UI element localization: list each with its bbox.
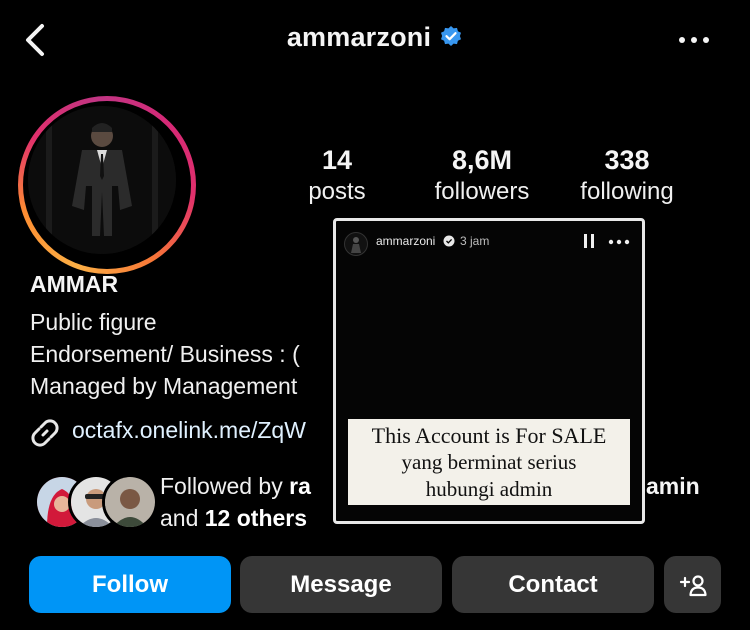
message-button[interactable]: Message xyxy=(240,556,442,613)
profile-avatar xyxy=(28,106,176,254)
more-options-icon[interactable] xyxy=(674,28,714,52)
pause-icon xyxy=(584,234,594,248)
followed-by-name-tail: amin xyxy=(646,473,700,499)
sale-line-2: yang berminat serius xyxy=(401,450,577,474)
profile-avatar-story-ring[interactable] xyxy=(18,96,196,274)
sale-line-1: This Account is For SALE xyxy=(371,423,607,448)
username-text: ammarzoni xyxy=(286,22,432,52)
story-avatar xyxy=(344,232,368,256)
following-label: following xyxy=(580,178,674,205)
verified-badge-icon xyxy=(441,26,462,46)
link-icon xyxy=(31,419,59,447)
follower-avatar-3 xyxy=(102,474,158,530)
sale-line-3: hubungi admin xyxy=(425,477,553,501)
stat-following[interactable]: 338 following xyxy=(568,144,686,208)
profile-display-name: AMMAR xyxy=(30,271,119,297)
stat-followers[interactable]: 8,6M followers xyxy=(424,144,540,208)
bio-line-endorsement: Endorsement/ Business : ( xyxy=(30,341,300,367)
follow-button[interactable]: Follow xyxy=(29,556,231,613)
avatar-person-image xyxy=(28,106,176,254)
followers-count: 8,6M xyxy=(451,145,513,175)
followed-by-others: 12 others xyxy=(204,505,308,531)
posts-count: 14 xyxy=(321,145,353,175)
add-user-icon xyxy=(679,574,707,596)
for-sale-notice: This Account is For SALE yang berminat s… xyxy=(348,419,630,505)
followed-by-name: ra xyxy=(289,473,311,499)
posts-label: posts xyxy=(308,178,366,205)
followed-by-and: and xyxy=(160,505,205,531)
bio-line-management: Managed by Management xyxy=(30,373,298,399)
followed-by-text[interactable]: Followed by ra and 12 others xyxy=(160,470,311,534)
story-more-icon xyxy=(608,239,630,245)
profile-link[interactable]: octafx.onelink.me/ZqW xyxy=(72,417,306,444)
contact-button[interactable]: Contact xyxy=(452,556,654,613)
story-screenshot-overlay: ammarzoni 3 jam This Account is For SALE… xyxy=(333,218,645,524)
profile-category: Public figure xyxy=(30,309,157,335)
story-timestamp: 3 jam xyxy=(460,234,490,248)
followers-label: followers xyxy=(434,178,530,205)
suggest-user-button[interactable] xyxy=(664,556,721,613)
followed-by-prefix: Followed by xyxy=(160,473,290,499)
story-username: ammarzoni xyxy=(376,234,436,248)
story-verified-icon xyxy=(443,235,455,247)
profile-username-header: ammarzoni xyxy=(0,22,750,53)
stat-posts[interactable]: 14 posts xyxy=(294,144,380,208)
following-count: 338 xyxy=(604,145,650,175)
